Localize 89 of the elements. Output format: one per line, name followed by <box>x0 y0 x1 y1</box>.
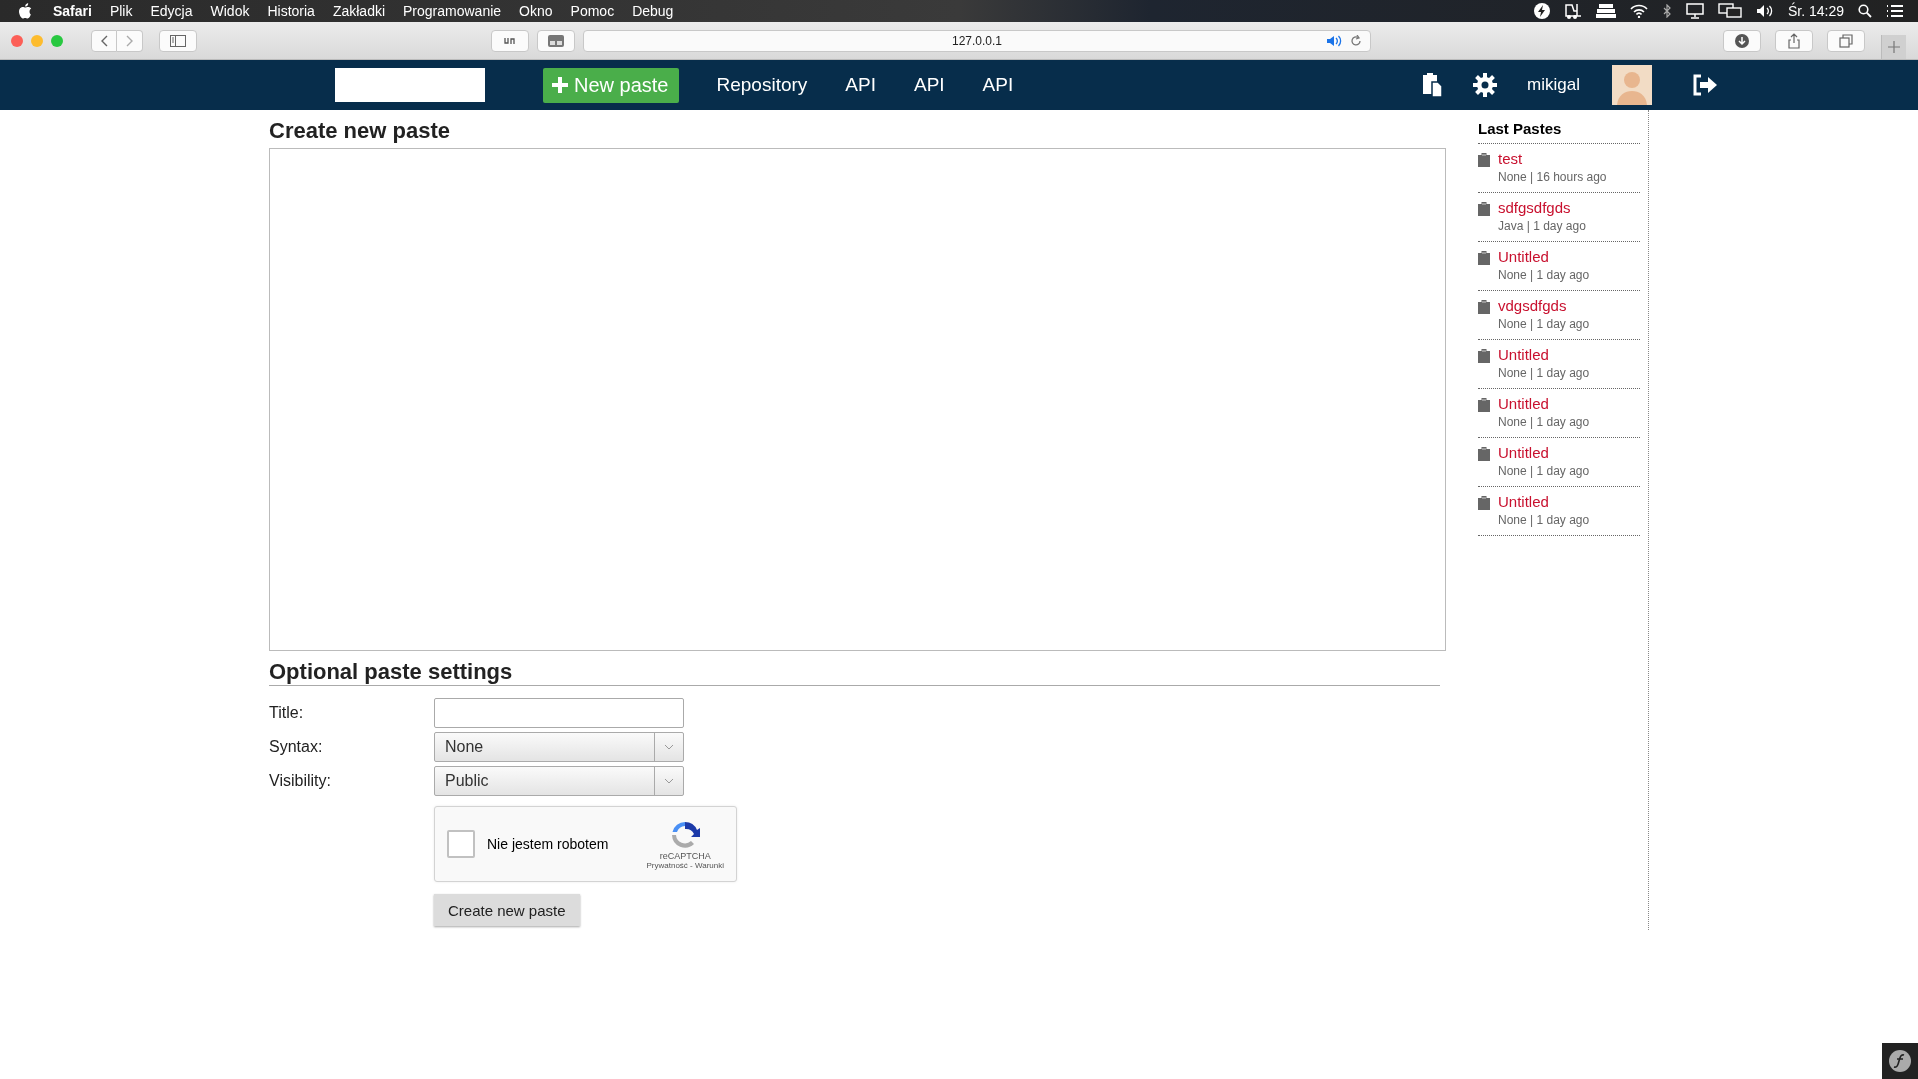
tabs-icon <box>1839 33 1853 48</box>
create-paste-button[interactable]: Create new paste <box>434 894 580 926</box>
nav-link[interactable]: API <box>845 74 876 96</box>
download-icon <box>1735 33 1749 48</box>
volume-icon[interactable] <box>1755 4 1774 18</box>
paste-meta: Java | 1 day ago <box>1498 219 1586 233</box>
reader-icon <box>548 34 564 47</box>
downloads-button[interactable] <box>1723 29 1761 52</box>
forklift-icon[interactable] <box>1563 3 1582 19</box>
menu-item[interactable]: Programowanie <box>403 3 502 19</box>
wifi-icon[interactable] <box>1629 4 1648 18</box>
clipboard-icon <box>1478 300 1490 314</box>
lightning-icon[interactable] <box>1533 3 1550 19</box>
search-icon[interactable] <box>1858 4 1872 18</box>
debug-toolbar-button[interactable] <box>1882 1043 1918 1079</box>
section-heading: Optional paste settings <box>269 659 1440 686</box>
speaker-icon[interactable] <box>1326 34 1342 47</box>
select-field[interactable]: None <box>434 732 684 762</box>
clipboard-icon <box>1478 398 1490 412</box>
field-label: Syntax: <box>269 738 324 756</box>
page-heading: Create new paste <box>269 118 451 144</box>
paste-meta: None | 1 day ago <box>1498 464 1590 478</box>
title-field[interactable] <box>434 698 684 728</box>
menu-item[interactable]: Pomoc <box>570 3 615 19</box>
monitor-icon[interactable] <box>1685 3 1704 19</box>
app-menu[interactable]: Safari <box>53 3 92 19</box>
clipboard-copy-icon[interactable] <box>1421 72 1444 98</box>
plus-icon <box>551 76 569 94</box>
captcha-brand: reCAPTCHA <box>659 850 711 861</box>
captcha-label: Nie jestem robotem <box>487 836 610 852</box>
settings-icon[interactable] <box>1473 73 1498 97</box>
bluetooth-icon[interactable] <box>1661 4 1672 18</box>
clipboard-icon <box>1478 349 1490 363</box>
nav-link[interactable]: API <box>913 74 945 96</box>
captcha-links[interactable]: Prywatność - Warunki <box>646 860 724 870</box>
paste-link[interactable]: Untitled <box>1498 444 1590 461</box>
paste-meta: None | 1 day ago <box>1498 268 1590 282</box>
chevron-left-icon <box>100 34 108 47</box>
extension-icon <box>504 36 516 45</box>
menu-item[interactable]: Okno <box>519 3 553 19</box>
sidebar-icon <box>170 34 186 47</box>
menu-item[interactable]: Plik <box>109 3 133 19</box>
reader-button[interactable] <box>537 29 575 52</box>
username[interactable]: mikigal <box>1527 75 1580 95</box>
sidebar-title: Last Pastes <box>1478 110 1640 144</box>
captcha-checkbox[interactable] <box>447 830 475 858</box>
symfony-logo <box>1888 1049 1912 1073</box>
paste-link[interactable]: sdfgsdfgds <box>1498 199 1586 216</box>
sidebar-button[interactable] <box>159 29 197 52</box>
menu-item[interactable]: Widok <box>210 3 250 19</box>
clipboard-icon <box>1478 202 1490 216</box>
chevron-right-icon <box>125 34 134 47</box>
stack-icon[interactable] <box>1595 4 1616 18</box>
nav-link[interactable]: Repository <box>716 74 808 96</box>
paste-meta: None | 1 day ago <box>1498 415 1590 429</box>
select-field[interactable]: Public <box>434 766 684 796</box>
list-icon[interactable] <box>1886 4 1904 18</box>
clipboard-icon <box>1478 153 1490 167</box>
menu-item[interactable]: Debug <box>632 3 674 19</box>
field-label: Title: <box>269 704 305 722</box>
menu-item[interactable]: Historia <box>267 3 315 19</box>
displays-icon[interactable] <box>1717 3 1742 19</box>
chevron-down-icon <box>664 744 674 750</box>
reload-icon[interactable] <box>1350 34 1362 47</box>
field-label: Visibility: <box>269 772 332 790</box>
chevron-down-icon <box>664 778 674 784</box>
plus-icon <box>1888 41 1900 53</box>
address-bar[interactable]: 127.0.0.1 <box>583 29 1371 52</box>
paste-link[interactable]: Untitled <box>1498 395 1590 412</box>
paste-link[interactable]: Untitled <box>1498 346 1590 363</box>
menu-item[interactable]: Edycja <box>150 3 193 19</box>
paste-link[interactable]: Untitled <box>1498 248 1590 265</box>
paste-meta: None | 16 hours ago <box>1498 170 1607 184</box>
apple-icon[interactable] <box>18 3 32 19</box>
paste-meta: None | 1 day ago <box>1498 317 1590 331</box>
clipboard-icon <box>1478 496 1490 510</box>
paste-link[interactable]: test <box>1498 150 1607 167</box>
share-icon <box>1788 32 1800 49</box>
nav-link[interactable]: API <box>982 74 1014 96</box>
paste-meta: None | 1 day ago <box>1498 366 1590 380</box>
logout-icon[interactable] <box>1692 74 1718 96</box>
paste-link[interactable]: vdgsdfgds <box>1498 297 1590 314</box>
extension-button[interactable] <box>491 29 529 52</box>
paste-link[interactable]: Untitled <box>1498 493 1590 510</box>
paste-meta: None | 1 day ago <box>1498 513 1590 527</box>
clock[interactable]: Śr. 14:29 <box>1787 3 1844 19</box>
menu-item[interactable]: Zakładki <box>332 3 386 19</box>
clipboard-icon <box>1478 447 1490 461</box>
clipboard-icon <box>1478 251 1490 265</box>
